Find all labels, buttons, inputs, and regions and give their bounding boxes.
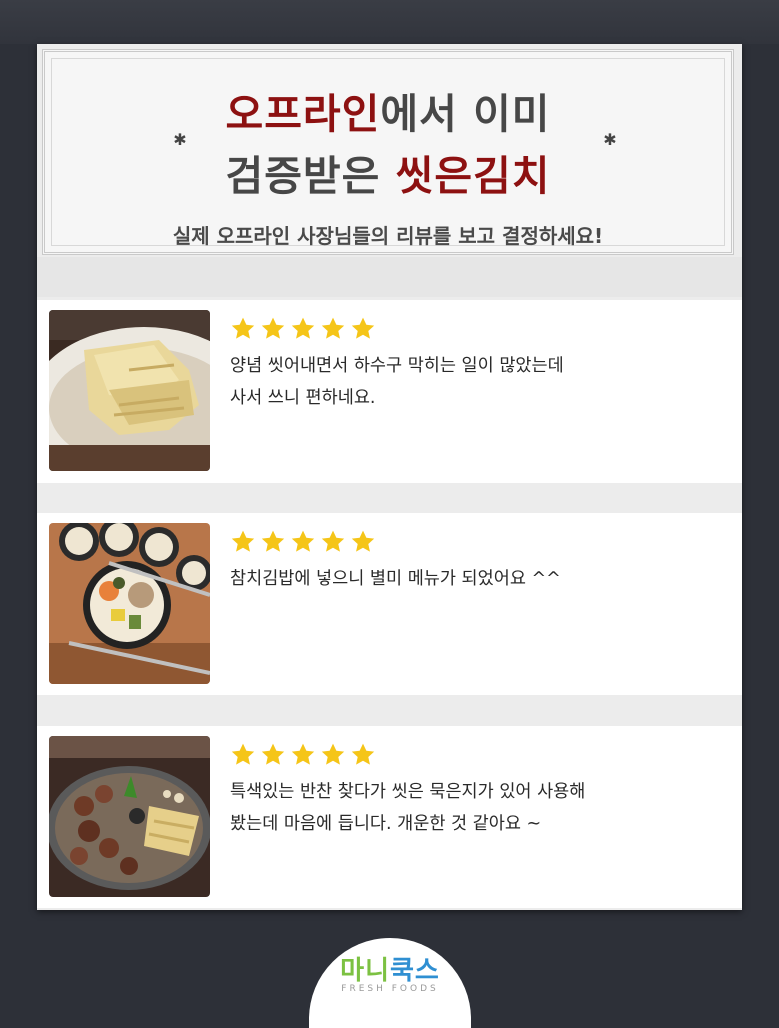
star-icon: [321, 743, 345, 765]
review-text-line: 사서 쓰니 편하네요.: [230, 388, 376, 408]
rating-stars: [230, 316, 376, 342]
tuna-kimbap-image: [49, 523, 210, 684]
divider-texture: [37, 257, 742, 297]
review-item: 양념 씻어내면서 하수구 막히는 일이 많았는데 사서 쓰니 편하네요.: [37, 300, 742, 483]
decorative-flower-icon-left: ✱: [173, 130, 187, 149]
review-text-line: 참치김밥에 넣으니 별미 메뉴가 되었어요 ^^: [230, 569, 561, 589]
review-text: 참치김밥에 넣으니 별미 메뉴가 되었어요 ^^: [230, 563, 710, 595]
grilled-pork-image: [49, 736, 210, 897]
logo-part-2: 쿡스: [390, 956, 440, 986]
rating-stars: [230, 742, 376, 768]
review-photo-tuna-kimbap: [49, 523, 210, 684]
star-icon: [261, 743, 285, 765]
logo-part-1: 마니: [340, 956, 390, 986]
review-text: 양념 씻어내면서 하수구 막히는 일이 많았는데 사서 쓰니 편하네요.: [230, 350, 710, 414]
header-subtitle: 실제 오프라인 사장님들의 리뷰를 보고 결정하세요!: [172, 224, 604, 248]
review-photo-grilled-pork: [49, 736, 210, 897]
header-banner: 오프라인에서 이미 검증받은 씻은김치 ✱ ✱ 실제 오프라인 사장님들의 리뷰…: [42, 49, 734, 255]
review-item: 특색있는 반찬 찾다가 씻은 묵은지가 있어 사용해 봤는데 마음에 듭니다. …: [37, 726, 742, 908]
brand-logo: 마니쿡스 FRESH FOODS: [309, 938, 471, 1028]
logo-tagline: FRESH FOODS: [341, 984, 439, 994]
title-text-1: 에서 이미: [380, 90, 551, 138]
title-text-2: 검증받은: [225, 152, 396, 200]
review-text-line: 특색있는 반찬 찾다가 씻은 묵은지가 있어 사용해: [230, 782, 586, 802]
star-icon: [261, 317, 285, 339]
star-icon: [291, 317, 315, 339]
star-icon: [291, 743, 315, 765]
decorative-flower-icon-right: ✱: [603, 130, 617, 149]
page-top-band: [0, 0, 779, 44]
title-highlight-offline: 오프라인: [225, 90, 381, 138]
star-icon: [261, 530, 285, 552]
review-text-line: 봤는데 마음에 듭니다. 개운한 것 같아요 ~: [230, 814, 542, 834]
review-text: 특색있는 반찬 찾다가 씻은 묵은지가 있어 사용해 봤는데 마음에 듭니다. …: [230, 776, 710, 840]
star-icon: [351, 743, 375, 765]
star-icon: [231, 317, 255, 339]
star-icon: [351, 530, 375, 552]
review-item: 참치김밥에 넣으니 별미 메뉴가 되었어요 ^^: [37, 513, 742, 695]
kimchi-plate-image: [49, 310, 210, 471]
review-photo-kimchi-plate: [49, 310, 210, 471]
title-line-2: 검증받은 씻은김치: [45, 142, 731, 202]
star-icon: [291, 530, 315, 552]
title-highlight-kimchi: 씻은김치: [395, 152, 551, 200]
rating-stars: [230, 529, 376, 555]
star-icon: [321, 317, 345, 339]
star-icon: [231, 530, 255, 552]
logo-wordmark: 마니쿡스: [309, 950, 471, 987]
review-text-line: 양념 씻어내면서 하수구 막히는 일이 많았는데: [230, 356, 564, 376]
review-card: 오프라인에서 이미 검증받은 씻은김치 ✱ ✱ 실제 오프라인 사장님들의 리뷰…: [37, 44, 742, 910]
star-icon: [321, 530, 345, 552]
star-icon: [231, 743, 255, 765]
title-line-1: 오프라인에서 이미: [45, 80, 731, 140]
star-icon: [351, 317, 375, 339]
